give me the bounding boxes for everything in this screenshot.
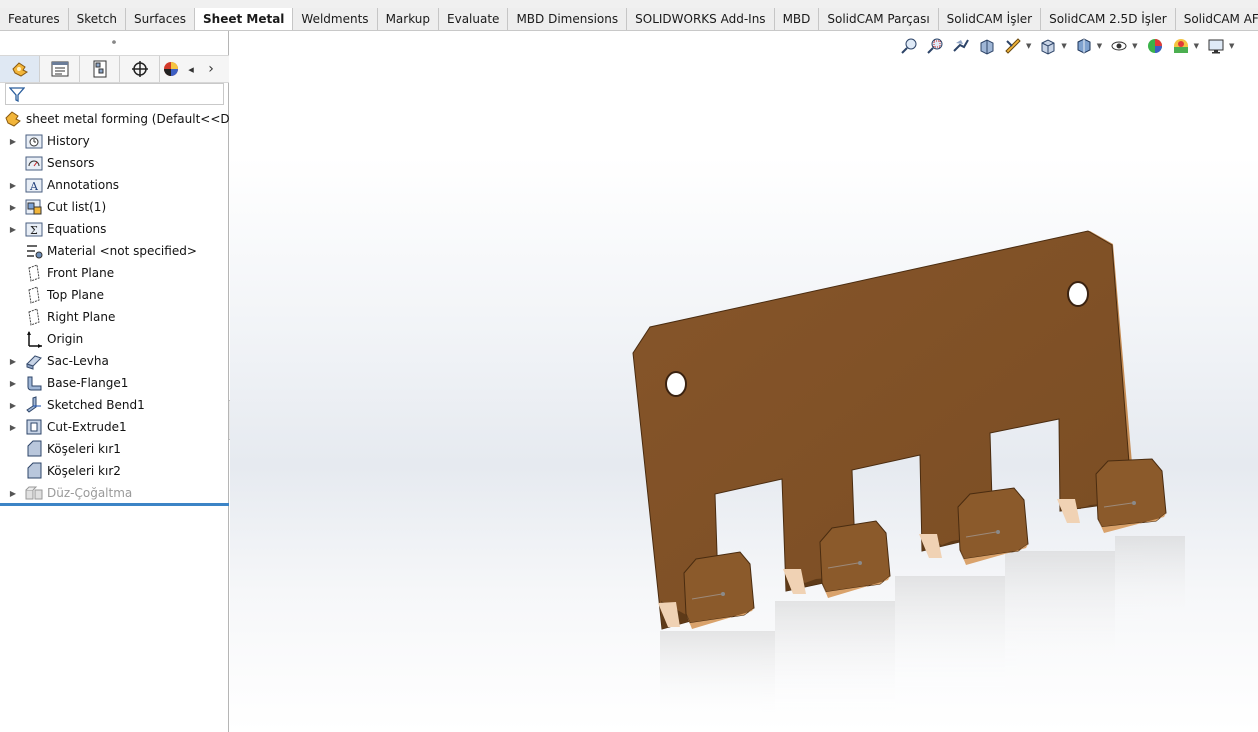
tree-item-plane[interactable]: Top Plane bbox=[0, 284, 229, 306]
sketched-bend-icon bbox=[25, 396, 43, 414]
tab-solidcam-2-5d-i-şler[interactable]: SolidCAM 2.5D İşler bbox=[1041, 8, 1176, 30]
tab-solidcam-afrm[interactable]: SolidCAM AFRM bbox=[1176, 8, 1258, 30]
featuremanager-tree-icon[interactable] bbox=[0, 56, 40, 82]
title-strip bbox=[0, 0, 1258, 8]
break-corner-icon bbox=[25, 462, 43, 480]
tab-surfaces[interactable]: Surfaces bbox=[126, 8, 196, 30]
scroll-right-icon[interactable]: › bbox=[204, 58, 218, 80]
part-icon bbox=[4, 110, 22, 128]
tree-item-label: Origin bbox=[47, 332, 84, 346]
tree-item-label: Front Plane bbox=[47, 266, 115, 280]
expand-arrow-icon[interactable]: ▶ bbox=[7, 423, 19, 432]
tree-item-sensors[interactable]: Sensors bbox=[0, 152, 229, 174]
tree-item-label: Sensors bbox=[47, 156, 95, 170]
tab-weldments[interactable]: Weldments bbox=[293, 8, 378, 30]
tree-item-label: Material <not specified> bbox=[47, 244, 197, 258]
tree-item-label: Düz-Çoğaltma bbox=[47, 486, 133, 500]
material-icon bbox=[25, 242, 43, 260]
plane-icon bbox=[25, 308, 43, 326]
tree-item-break-corner[interactable]: Köşeleri kır2 bbox=[0, 460, 229, 482]
graphics-area[interactable]: ▼ ▼ ▼ ▼ ▼ ▼ bbox=[230, 31, 1258, 732]
feature-manager-panel: ⦁ ◂ › sheet metal forming (Default<<Defa… bbox=[0, 31, 256, 732]
history-icon bbox=[25, 132, 43, 150]
expand-arrow-icon[interactable]: ▶ bbox=[7, 379, 19, 388]
panel-tab-bar: ◂ › bbox=[0, 55, 229, 83]
tab-mbd-dimensions[interactable]: MBD Dimensions bbox=[508, 8, 628, 30]
break-corner-icon bbox=[25, 440, 43, 458]
tree-item-label: Cut-Extrude1 bbox=[47, 420, 127, 434]
expand-arrow-icon[interactable]: ▶ bbox=[7, 137, 19, 146]
dimxpertmanager-icon[interactable] bbox=[120, 56, 160, 82]
sheet-metal-icon bbox=[25, 352, 43, 370]
tree-item-label: Top Plane bbox=[47, 288, 104, 302]
mounting-hole-left bbox=[665, 371, 687, 397]
annotations-icon: A bbox=[25, 176, 43, 194]
tree-item-history[interactable]: ▶ History bbox=[0, 130, 229, 152]
tree-item-plane[interactable]: Right Plane bbox=[0, 306, 229, 328]
tree-item-label: Sac-Levha bbox=[47, 354, 109, 368]
cut-extrude-icon bbox=[25, 418, 43, 436]
tree-item-label: Equations bbox=[47, 222, 107, 236]
tab-sheet-metal[interactable]: Sheet Metal bbox=[195, 8, 294, 30]
expand-arrow-icon[interactable]: ▶ bbox=[7, 203, 19, 212]
tree-item-cut-extrude[interactable]: ▶ Cut-Extrude1 bbox=[0, 416, 229, 438]
tree-item-label: History bbox=[47, 134, 90, 148]
filter-icon bbox=[9, 87, 25, 102]
tab-evaluate[interactable]: Evaluate bbox=[439, 8, 509, 30]
command-manager-tabs: Features Sketch Surfaces Sheet Metal Weldmen… bbox=[0, 8, 1258, 31]
tree-item-label: Sketched Bend1 bbox=[47, 398, 145, 412]
panel-grip[interactable]: ⦁ bbox=[0, 31, 228, 55]
linear-pattern-icon bbox=[25, 484, 43, 502]
tree-item-base-flange[interactable]: ▶ Base-Flange1 bbox=[0, 372, 229, 394]
tree-item-sketched-bend[interactable]: ▶ Sketched Bend1 bbox=[0, 394, 229, 416]
sheet-metal-part-model[interactable] bbox=[230, 31, 1258, 732]
mounting-hole-right bbox=[1067, 281, 1089, 307]
tree-item-sheet-metal[interactable]: ▶ Sac-Levha bbox=[0, 350, 229, 372]
tree-filter-field[interactable] bbox=[5, 83, 224, 105]
tree-item-equations[interactable]: ▶ Σ Equations bbox=[0, 218, 229, 240]
tree-root-part[interactable]: sheet metal forming (Default<<Defau bbox=[0, 108, 256, 130]
propertymanager-icon[interactable] bbox=[40, 56, 80, 82]
tree-item-break-corner[interactable]: Köşeleri kır1 bbox=[0, 438, 229, 460]
tree-item-label: Köşeleri kır1 bbox=[47, 442, 121, 456]
tab-solidcam-parçası[interactable]: SolidCAM Parçası bbox=[819, 8, 939, 30]
rollback-bar[interactable] bbox=[0, 503, 229, 506]
base-flange-icon bbox=[25, 374, 43, 392]
tree-item-label: Right Plane bbox=[47, 310, 116, 324]
tab-mbd[interactable]: MBD bbox=[775, 8, 820, 30]
feature-tree: sheet metal forming (Default<<Defau ▶ Hist… bbox=[0, 108, 256, 504]
equations-icon: Σ bbox=[25, 220, 43, 238]
expand-arrow-icon[interactable]: ▶ bbox=[7, 401, 19, 410]
tree-item-plane[interactable]: Front Plane bbox=[0, 262, 229, 284]
tab-features[interactable]: Features bbox=[0, 8, 69, 30]
svg-text:Σ: Σ bbox=[30, 224, 38, 237]
tab-markup[interactable]: Markup bbox=[378, 8, 440, 30]
expand-arrow-icon[interactable]: ▶ bbox=[7, 357, 19, 366]
tree-item-label: Annotations bbox=[47, 178, 120, 192]
svg-text:A: A bbox=[29, 180, 39, 193]
tree-item-cut-list[interactable]: ▶ Cut list(1) bbox=[0, 196, 229, 218]
tree-item-material[interactable]: Material <not specified> bbox=[0, 240, 229, 262]
expand-arrow-icon[interactable]: ▶ bbox=[7, 225, 19, 234]
tree-root-label: sheet metal forming (Default<<Defau bbox=[26, 112, 257, 126]
tab-solidworks-add-ins[interactable]: SOLIDWORKS Add-Ins bbox=[627, 8, 775, 30]
tree-item-label: Köşeleri kır2 bbox=[47, 464, 121, 478]
tree-item-label: Base-Flange1 bbox=[47, 376, 129, 390]
tab-solidcam-i-şler[interactable]: SolidCAM İşler bbox=[939, 8, 1042, 30]
origin-icon bbox=[25, 330, 43, 348]
tree-item-linear-pattern[interactable]: ▶ Düz-Çoğaltma bbox=[0, 482, 229, 504]
plane-icon bbox=[25, 286, 43, 304]
scroll-left-icon[interactable]: ◂ bbox=[184, 58, 198, 80]
cut-list-icon bbox=[25, 198, 43, 216]
tree-item-label: Cut list(1) bbox=[47, 200, 107, 214]
expand-arrow-icon[interactable]: ▶ bbox=[7, 489, 19, 498]
configurationmanager-icon[interactable] bbox=[80, 56, 120, 82]
tab-sketch[interactable]: Sketch bbox=[69, 8, 127, 30]
tree-item-origin[interactable]: Origin bbox=[0, 328, 229, 350]
tree-item-annotations[interactable]: ▶ A Annotations bbox=[0, 174, 229, 196]
expand-arrow-icon[interactable]: ▶ bbox=[7, 181, 19, 190]
plane-icon bbox=[25, 264, 43, 282]
sensors-icon bbox=[25, 154, 43, 172]
displaymanager-icon[interactable] bbox=[160, 56, 182, 82]
